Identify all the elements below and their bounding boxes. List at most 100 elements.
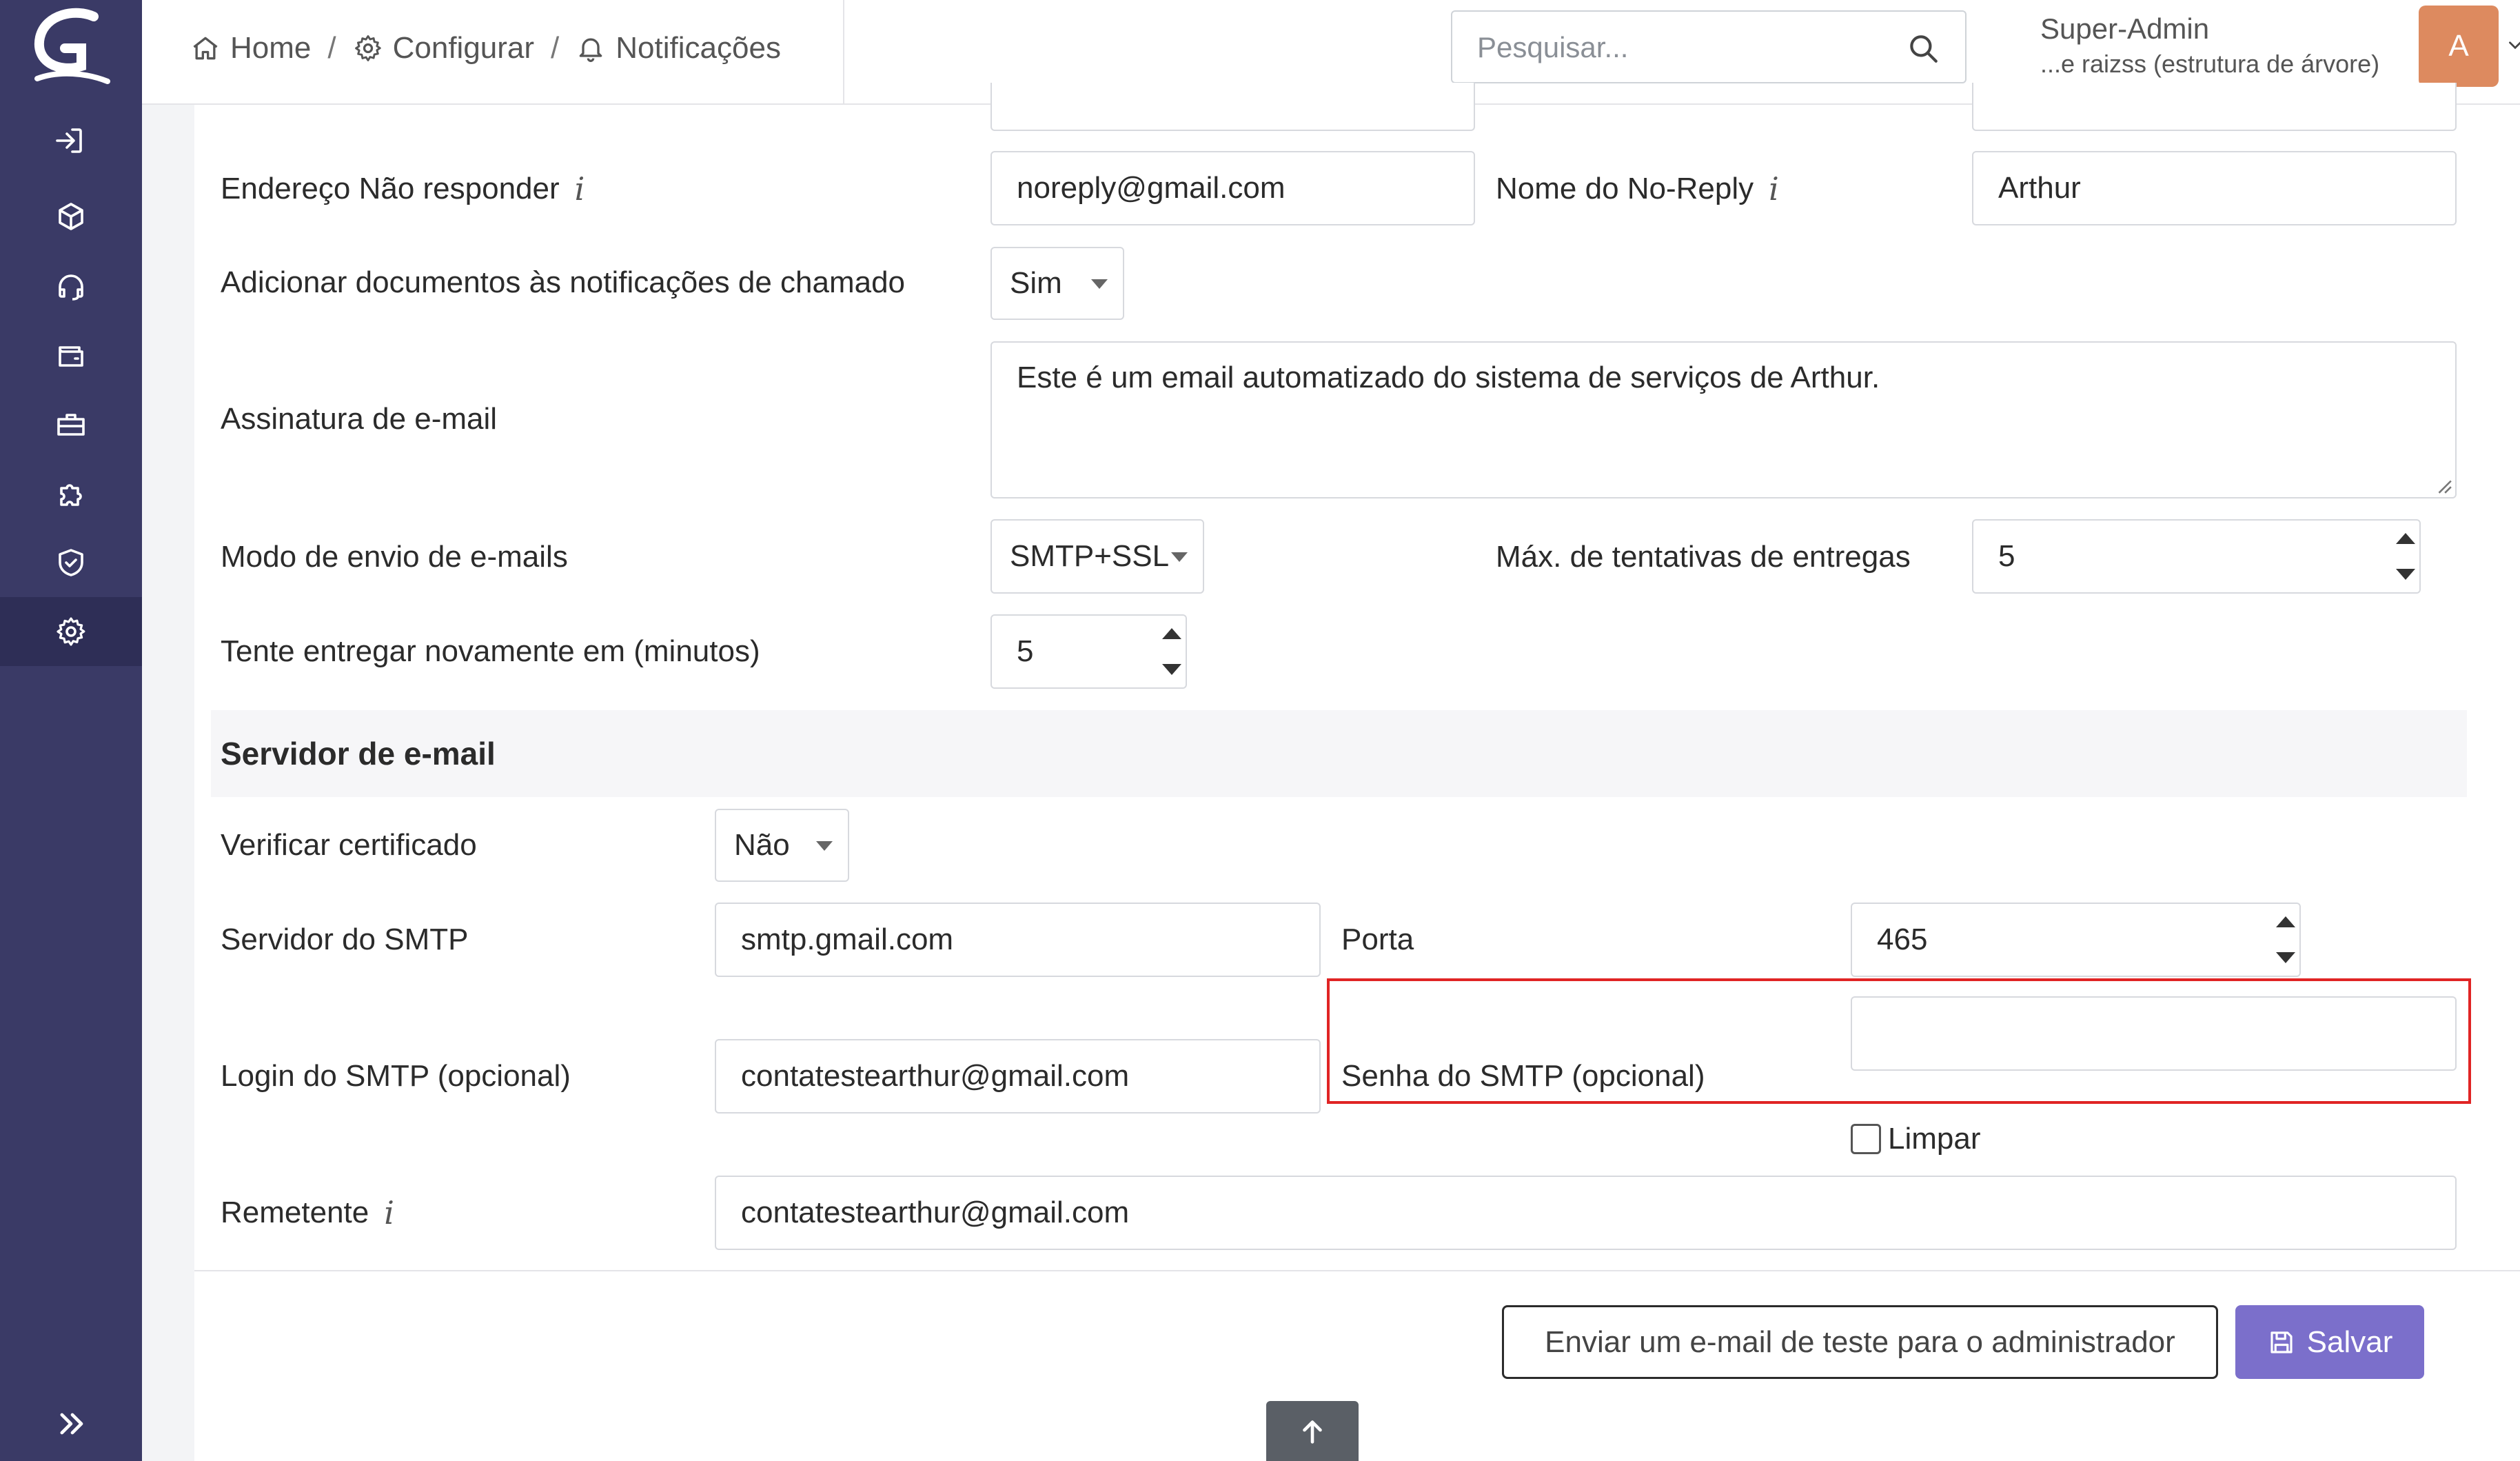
sender-label-text: Remetente [221,1196,369,1229]
max-attempts-value: 5 [1998,539,2015,573]
smtp-server-label: Servidor do SMTP [221,923,469,956]
box-icon [59,203,83,230]
smtp-login-label: Login do SMTP (opcional) [221,1059,571,1093]
caret-down-icon [1091,279,1108,289]
sidebar-item-administration[interactable] [0,528,142,597]
breadcrumb-notifications-label: Notificações [616,31,781,65]
noreply-name-label-text: Nome do No-Reply [1496,172,1754,205]
max-attempts-input[interactable]: 5 [1972,519,2421,594]
port-input[interactable]: 465 [1851,903,2301,977]
verify-certificate-select[interactable]: Não [715,809,849,882]
global-search [1451,10,1967,83]
smtp-password-input[interactable] [1851,996,2457,1071]
send-test-email-button[interactable]: Enviar um e-mail de teste para o adminis… [1502,1305,2218,1379]
sender-input[interactable]: contatestearthur@gmail.com [715,1176,2457,1250]
breadcrumb-separator: / [551,31,560,65]
port-label: Porta [1341,923,1414,956]
retry-interval-input[interactable]: 5 [990,614,1187,689]
sidebar-item-management[interactable] [0,321,142,390]
search-input[interactable] [1476,12,1892,83]
sidebar-item-plugins[interactable] [0,459,142,528]
sidebar-item-assets[interactable] [0,106,142,175]
email-signature-value: Este é um email automatizado do sistema … [1017,361,1880,394]
arrow-up-icon [1303,1420,1322,1444]
number-spinner[interactable] [2389,521,2419,592]
breadcrumb-configure-label: Configurar [392,31,535,65]
info-icon[interactable]: i [575,170,585,208]
gear-icon [354,35,381,61]
send-mode-value: SMTP+SSL [1010,539,1170,573]
partial-field[interactable] [990,83,1475,131]
sign-in-icon [56,128,82,153]
smtp-password-label: Senha do SMTP (opcional) [1341,1059,1705,1093]
breadcrumb-separator: / [327,31,336,65]
number-spinner[interactable] [2269,904,2299,976]
breadcrumb-home-label: Home [230,31,312,65]
max-attempts-label: Máx. de tentativas de entregas [1496,540,1911,574]
verify-certificate-label: Verificar certificado [221,828,477,862]
email-signature-textarea[interactable]: Este é um email automatizado do sistema … [990,341,2457,498]
user-name[interactable]: Super-Admin [2040,12,2209,46]
spin-down-icon[interactable] [2276,952,2295,963]
clear-password-checkbox[interactable] [1851,1124,1881,1154]
spin-down-icon[interactable] [2396,569,2415,580]
attach-documents-select[interactable]: Sim [990,247,1124,320]
attach-documents-label: Adicionar documentos às notificações de … [221,265,906,299]
save-button-label: Salvar [2306,1324,2393,1359]
sidebar [0,0,142,1461]
avatar[interactable]: A [2419,6,2499,87]
clear-password-label[interactable]: Limpar [1888,1122,1981,1156]
smtp-server-input[interactable]: smtp.gmail.com [715,903,1321,977]
breadcrumb: Home / Configurar / Notificações [190,21,781,76]
sidebar-item-setup[interactable] [0,597,142,666]
double-chevron-right-icon [60,1413,83,1435]
briefcase-icon [57,414,85,436]
floppy-disk-icon [2270,1331,2293,1353]
verify-certificate-value: Não [734,828,790,862]
retry-interval-label: Tente entregar novamente em (minutos) [221,634,760,668]
spin-up-icon[interactable] [1162,628,1181,639]
search-icon[interactable] [1906,31,1940,66]
shield-check-icon [59,549,83,576]
attach-documents-value: Sim [1010,266,1062,300]
number-spinner[interactable] [1155,616,1186,687]
sidebar-item-inventory[interactable] [0,182,142,251]
save-button[interactable]: Salvar [2235,1305,2424,1379]
puzzle-icon [60,484,82,506]
wallet-icon [59,346,83,367]
spin-up-icon[interactable] [2276,916,2295,927]
user-entity[interactable]: ...e raizss (estrutura de árvore) [2040,50,2379,79]
sidebar-expand-button[interactable] [48,1400,96,1448]
breadcrumb-notifications[interactable]: Notificações [576,31,781,66]
spin-up-icon[interactable] [2396,533,2415,544]
noreply-address-label: Endereço Não responder i [221,153,585,225]
info-icon[interactable]: i [1769,170,1779,208]
email-signature-label: Assinatura de e-mail [221,402,498,436]
headset-icon [59,274,83,301]
breadcrumb-home[interactable]: Home [190,31,311,66]
section-title: Servidor de e-mail [211,710,2467,797]
gear-icon [57,617,85,646]
sidebar-item-tools[interactable] [0,390,142,459]
form-footer-divider [194,1270,2520,1271]
partial-field[interactable] [1972,83,2457,131]
noreply-address-input[interactable]: noreply@gmail.com [990,151,1475,225]
resize-handle-icon[interactable] [2435,476,2452,494]
chevron-down-icon[interactable] [2506,36,2520,54]
noreply-name-label: Nome do No-Reply i [1496,153,1779,225]
send-mode-select[interactable]: SMTP+SSL [990,519,1204,594]
clear-password-option: Limpar [1851,1118,1981,1160]
retry-interval-value: 5 [1017,634,1034,668]
smtp-login-input[interactable]: contatestearthur@gmail.com [715,1039,1321,1114]
noreply-name-input[interactable]: Arthur [1972,151,2457,225]
send-mode-label: Modo de envio de e-mails [221,540,568,574]
sidebar-item-assistance[interactable] [0,252,142,321]
sender-label: Remetente i [221,1177,394,1249]
spin-down-icon[interactable] [1162,664,1181,675]
app-logo[interactable] [28,7,116,88]
caret-down-icon [816,841,833,851]
breadcrumb-configure[interactable]: Configurar [353,31,534,66]
scroll-to-top-button[interactable] [1266,1401,1359,1461]
info-icon[interactable]: i [384,1194,394,1231]
port-value: 465 [1877,923,1928,956]
